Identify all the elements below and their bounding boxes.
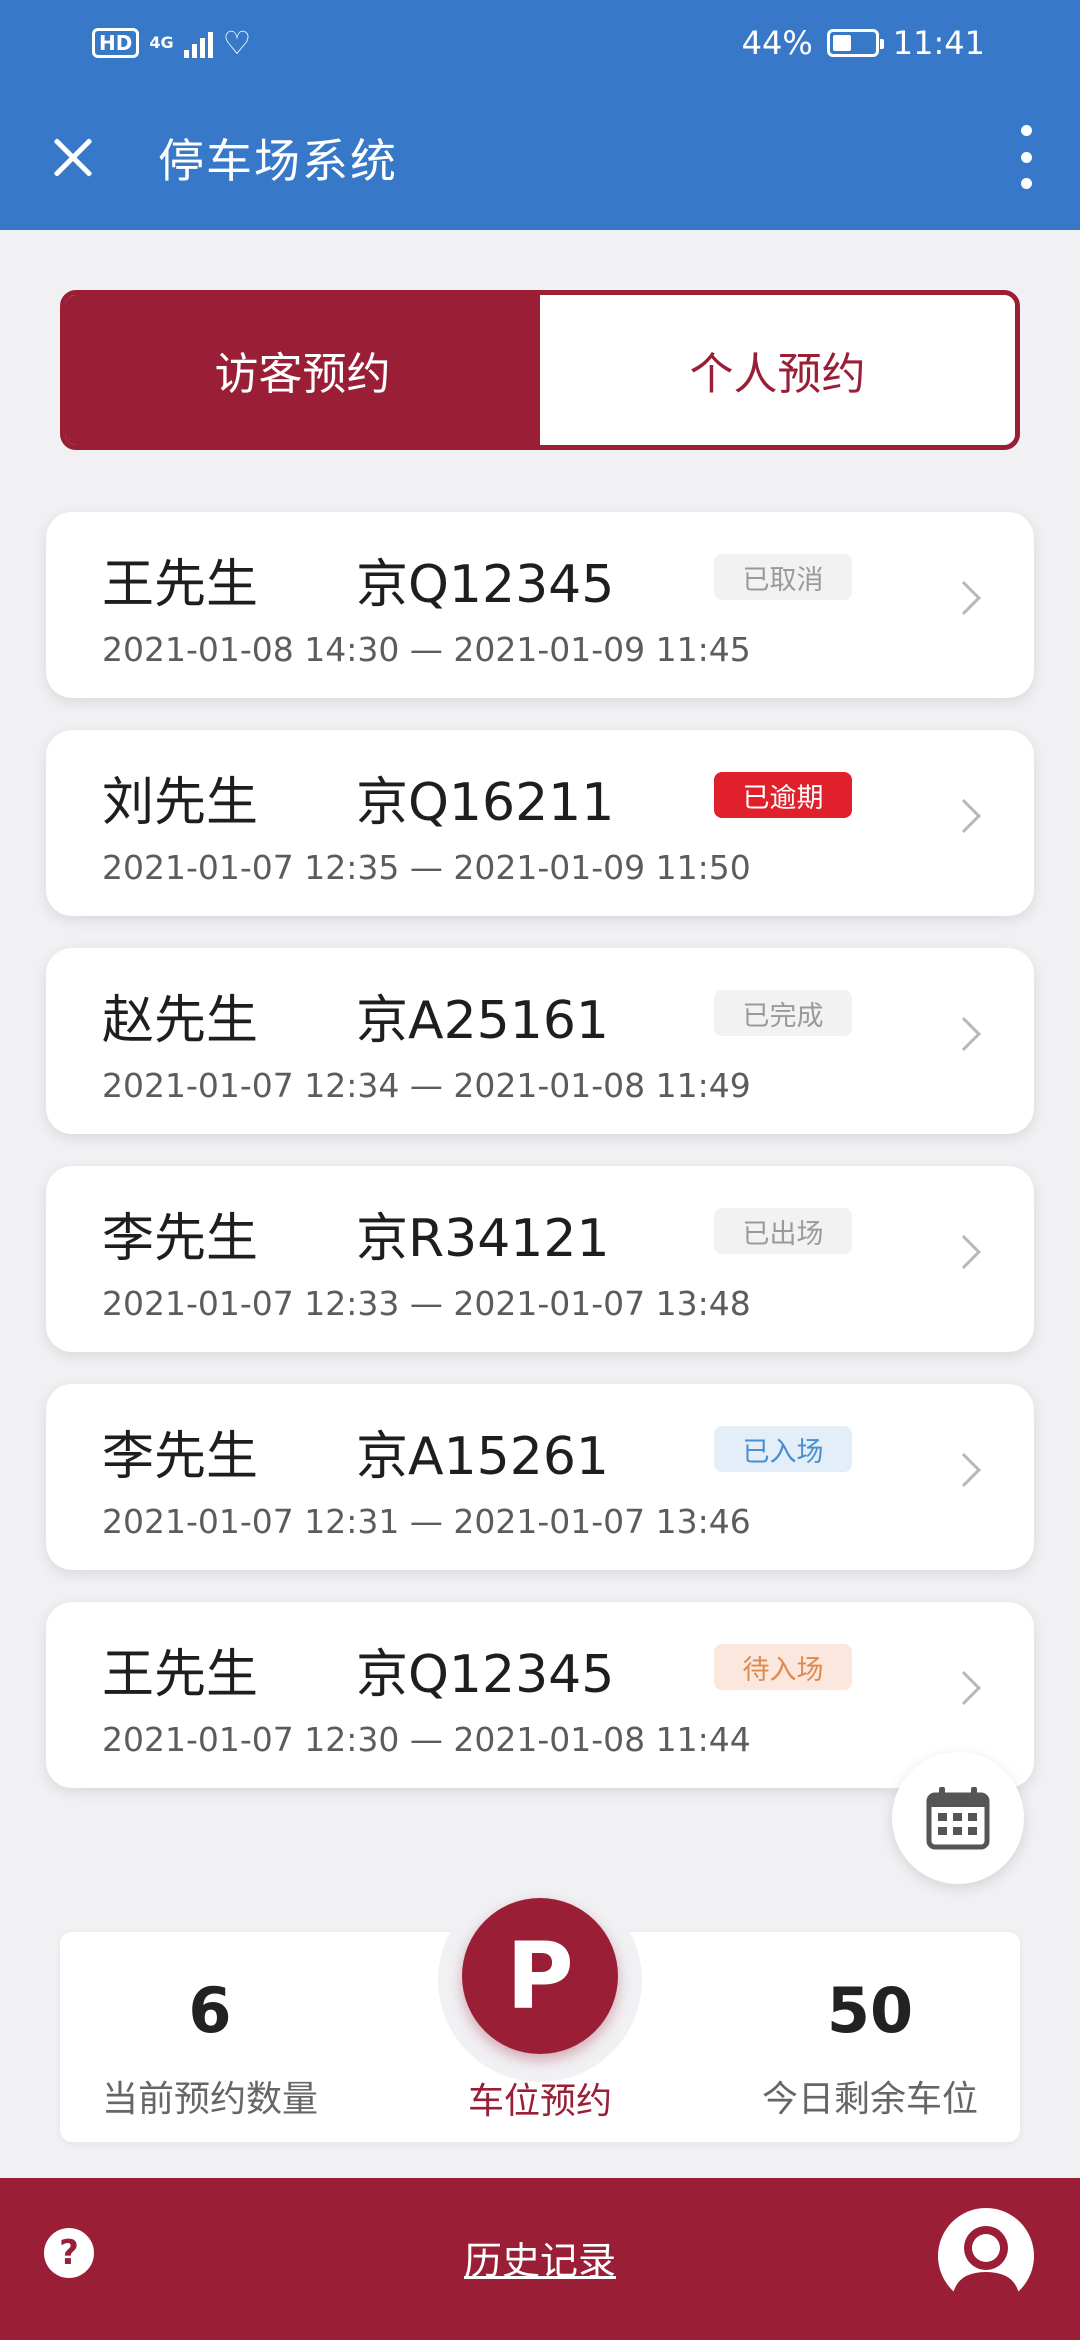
status-badge: 已入场: [714, 1426, 852, 1472]
reservation-card[interactable]: 李先生 京A15261 已入场 2021-01-07 12:31 — 2021-…: [46, 1384, 1034, 1570]
chevron-right-icon: [947, 1453, 981, 1487]
status-right: 44% 11:41: [742, 24, 985, 62]
visitor-name: 刘先生: [102, 773, 259, 833]
app-header: 停车场系统: [0, 85, 1080, 230]
hd-indicator: HD: [92, 27, 140, 58]
license-plate: 京Q16211: [356, 773, 615, 833]
visitor-name: 李先生: [102, 1209, 259, 1269]
visitor-name: 李先生: [102, 1427, 259, 1487]
network-type: 4G: [149, 32, 174, 52]
reservation-card[interactable]: 王先生 京Q12345 已取消 2021-01-08 14:30 — 2021-…: [46, 512, 1034, 698]
bottom-bar: ? 历史记录: [0, 2178, 1080, 2340]
license-plate: 京A25161: [356, 991, 609, 1051]
current-reservations-stat: 6 当前预约数量: [60, 1932, 360, 2142]
reservation-card[interactable]: 赵先生 京A25161 已完成 2021-01-07 12:34 — 2021-…: [46, 948, 1034, 1134]
tab-visitor-reservation[interactable]: 访客预约: [65, 295, 540, 445]
calendar-button[interactable]: [892, 1752, 1024, 1884]
tab-personal-reservation[interactable]: 个人预约: [540, 295, 1015, 445]
signal-icon: [183, 28, 213, 58]
reservation-tabs: 访客预约 个人预约: [60, 290, 1020, 450]
current-reservations-count: 6: [188, 1974, 232, 2047]
more-vertical-icon[interactable]: [1016, 125, 1036, 189]
license-plate: 京Q12345: [356, 1645, 615, 1705]
status-badge: 待入场: [714, 1644, 852, 1690]
history-link[interactable]: 历史记录: [0, 2230, 1080, 2285]
heart-rate-icon: ♡: [222, 23, 252, 62]
license-plate: 京A15261: [356, 1427, 609, 1487]
license-plate: 京R34121: [356, 1209, 610, 1269]
clock: 11:41: [892, 23, 985, 62]
close-icon[interactable]: [42, 128, 102, 188]
calendar-icon: [926, 1787, 990, 1850]
chevron-right-icon: [947, 581, 981, 615]
visitor-name: 赵先生: [102, 991, 259, 1051]
status-left: HD 4G ♡: [92, 24, 251, 62]
status-bar: HD 4G ♡ 44% 11:41: [0, 0, 1080, 85]
visitor-name: 王先生: [102, 1645, 259, 1705]
status-badge: 已出场: [714, 1208, 852, 1254]
chevron-right-icon: [947, 1235, 981, 1269]
visitor-name: 王先生: [102, 555, 259, 615]
page-title: 停车场系统: [158, 133, 398, 188]
time-range: 2021-01-07 12:30 — 2021-01-08 11:44: [102, 1720, 751, 1759]
time-range: 2021-01-07 12:34 — 2021-01-08 11:49: [102, 1066, 751, 1105]
battery-icon: [826, 28, 884, 57]
remaining-spaces-label: 今日剩余车位: [761, 2079, 978, 2120]
status-badge: 已逾期: [714, 772, 852, 818]
license-plate: 京Q12345: [356, 555, 615, 615]
remaining-spaces-count: 50: [826, 1974, 914, 2047]
reservation-card[interactable]: 刘先生 京Q16211 已逾期 2021-01-07 12:35 — 2021-…: [46, 730, 1034, 916]
battery-percent: 44%: [741, 23, 813, 62]
reservation-card[interactable]: 李先生 京R34121 已出场 2021-01-07 12:33 — 2021-…: [46, 1166, 1034, 1352]
status-badge: 已取消: [714, 554, 852, 600]
parking-reserve-label[interactable]: 车位预约: [440, 2072, 640, 2124]
profile-icon[interactable]: [938, 2208, 1034, 2304]
battery-fill: [832, 34, 851, 51]
time-range: 2021-01-07 12:33 — 2021-01-07 13:48: [102, 1284, 751, 1323]
chevron-right-icon: [947, 799, 981, 833]
chevron-right-icon: [947, 1671, 981, 1705]
time-range: 2021-01-07 12:31 — 2021-01-07 13:46: [102, 1502, 751, 1541]
parking-reserve-button[interactable]: P: [462, 1898, 618, 2054]
time-range: 2021-01-07 12:35 — 2021-01-09 11:50: [102, 848, 751, 887]
reservation-card[interactable]: 王先生 京Q12345 待入场 2021-01-07 12:30 — 2021-…: [46, 1602, 1034, 1788]
time-range: 2021-01-08 14:30 — 2021-01-09 11:45: [102, 630, 751, 669]
current-reservations-label: 当前预约数量: [101, 2079, 318, 2120]
chevron-right-icon: [947, 1017, 981, 1051]
status-badge: 已完成: [714, 990, 852, 1036]
remaining-spaces-stat: 50 今日剩余车位: [720, 1932, 1020, 2142]
